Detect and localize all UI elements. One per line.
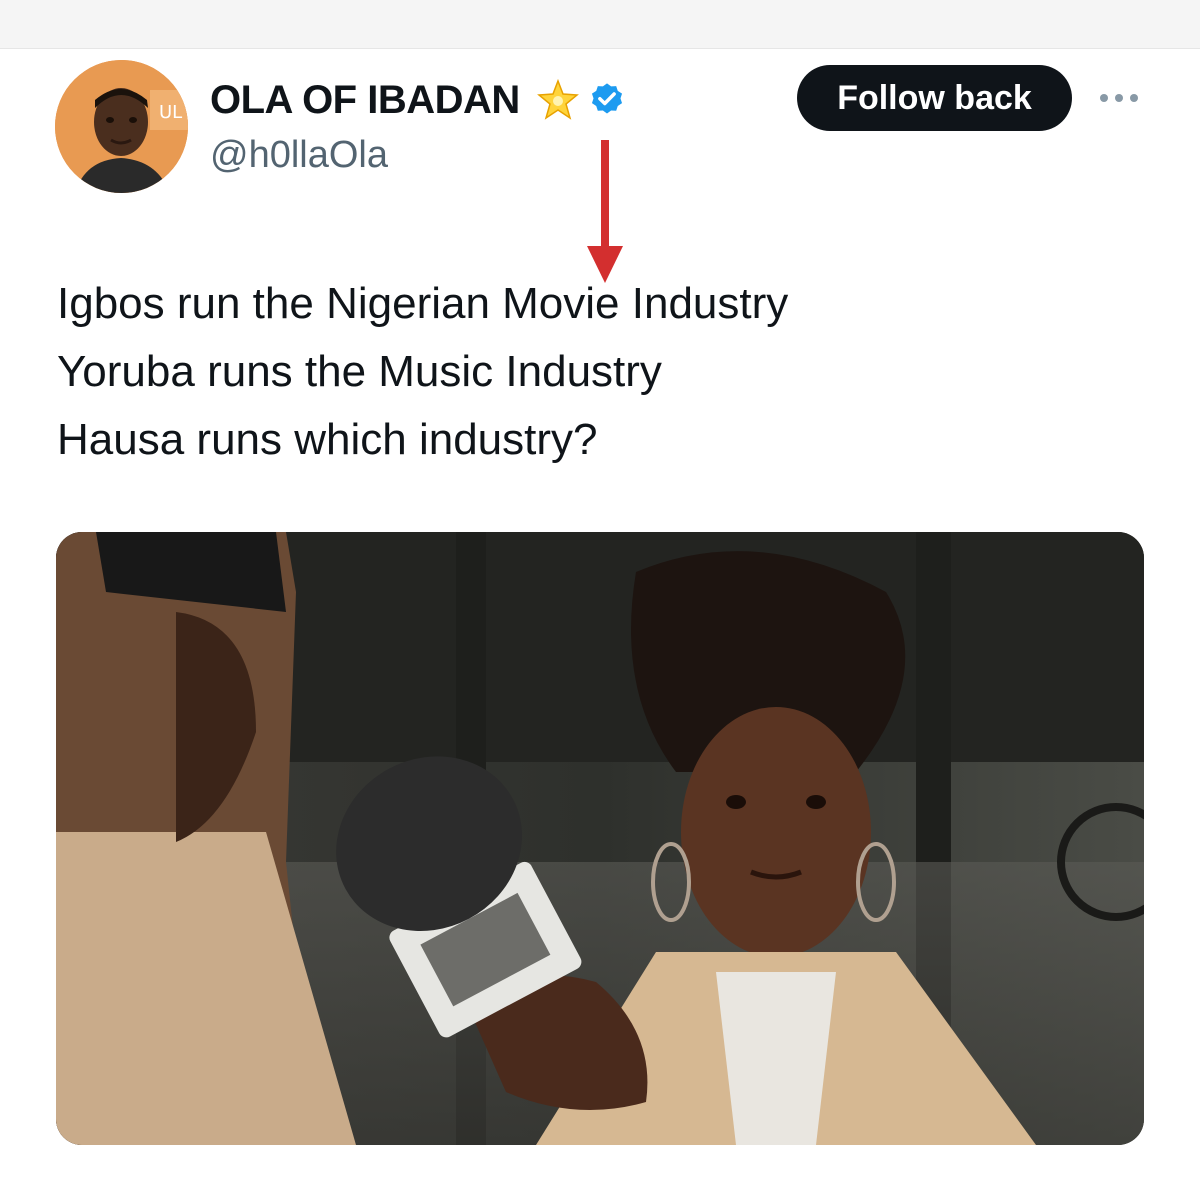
more-options-icon[interactable] [1098, 88, 1140, 108]
interview-photo [56, 532, 1144, 1145]
author-display-name[interactable]: OLA OF IBADAN [210, 78, 520, 123]
avatar-photo: UL [55, 60, 188, 193]
author-name-row: OLA OF IBADAN [210, 72, 626, 128]
tweet-line: Igbos run the Nigerian Movie Industry [57, 279, 789, 328]
author-avatar[interactable]: UL [55, 60, 188, 193]
verified-badge-icon[interactable] [588, 81, 626, 119]
tweet-media-image[interactable] [56, 532, 1144, 1145]
svg-text:UL: UL [159, 102, 182, 123]
top-bar [0, 0, 1200, 49]
tweet-line: Hausa runs which industry? [57, 415, 598, 464]
follow-back-button[interactable]: Follow back [797, 65, 1072, 131]
down-arrow-icon [587, 140, 623, 283]
author-handle[interactable]: @h0llaOla [210, 134, 388, 177]
glowing-star-icon [536, 78, 579, 120]
tweet-line: Yoruba runs the Music Industry [57, 347, 662, 396]
tweet-text: Igbos run the Nigerian Movie Industry Yo… [57, 270, 1157, 474]
